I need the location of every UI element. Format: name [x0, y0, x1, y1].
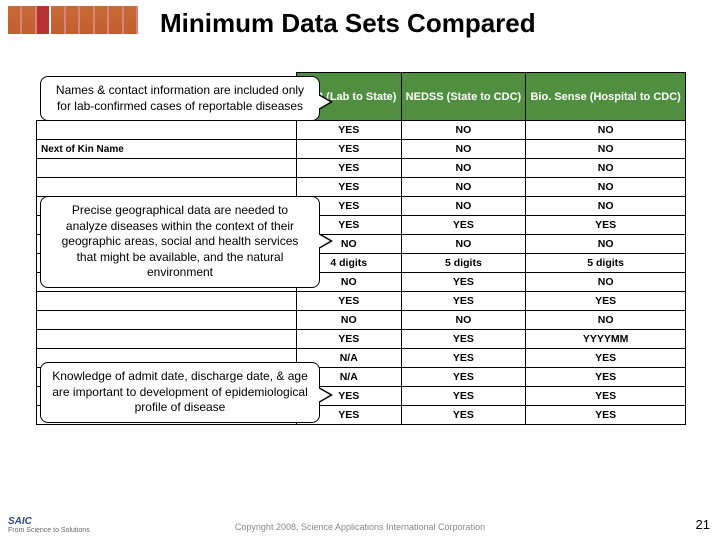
- cell: YES: [526, 216, 686, 235]
- row-label: [37, 330, 297, 349]
- row-label: [37, 292, 297, 311]
- cell: NO: [401, 159, 526, 178]
- row-label: [37, 178, 297, 197]
- callout-geo: Precise geographical data are needed to …: [40, 196, 320, 288]
- row-label: [37, 311, 297, 330]
- cell: YES: [526, 387, 686, 406]
- table-row: NONONO: [37, 311, 686, 330]
- cell: YES: [401, 216, 526, 235]
- cell: NO: [401, 140, 526, 159]
- cell: YES: [297, 121, 402, 140]
- cell: YES: [401, 349, 526, 368]
- cell: YES: [526, 292, 686, 311]
- cell: NO: [526, 159, 686, 178]
- cell: YES: [401, 292, 526, 311]
- cell: YES: [401, 387, 526, 406]
- cell: YES: [401, 368, 526, 387]
- cell: NO: [526, 178, 686, 197]
- cell: YES: [297, 140, 402, 159]
- cell: YES: [526, 406, 686, 425]
- cell: NO: [401, 197, 526, 216]
- table-row: YESYESYYYYMM: [37, 330, 686, 349]
- cell: YES: [297, 178, 402, 197]
- callout-names: Names & contact information are included…: [40, 76, 320, 121]
- table-row: YESYESYES: [37, 292, 686, 311]
- callout-dates: Knowledge of admit date, discharge date,…: [40, 362, 320, 423]
- cell: NO: [401, 235, 526, 254]
- table-row: YESNONO: [37, 159, 686, 178]
- cell: NO: [297, 311, 402, 330]
- cell: NO: [401, 121, 526, 140]
- cell: YES: [297, 292, 402, 311]
- cell: NO: [526, 273, 686, 292]
- row-label: Next of Kin Name: [37, 140, 297, 159]
- cell: NO: [526, 121, 686, 140]
- table-row: YESNONO: [37, 121, 686, 140]
- cell: NO: [526, 140, 686, 159]
- cell: NO: [401, 178, 526, 197]
- table-row: Next of Kin NameYESNONO: [37, 140, 686, 159]
- cell: NO: [526, 311, 686, 330]
- cell: YES: [401, 406, 526, 425]
- footer-copyright: Copyright 2008, Science Applications Int…: [0, 522, 720, 532]
- cell: 5 digits: [526, 254, 686, 273]
- cell: NO: [526, 197, 686, 216]
- table-header-nedss: NEDSS (State to CDC): [401, 73, 526, 121]
- cell: YES: [401, 330, 526, 349]
- row-label: [37, 159, 297, 178]
- cell: NO: [401, 311, 526, 330]
- row-label: [37, 121, 297, 140]
- cell: YES: [526, 368, 686, 387]
- table-header-biosense: Bio. Sense (Hospital to CDC): [526, 73, 686, 121]
- cell: 5 digits: [401, 254, 526, 273]
- cell: YYYYMM: [526, 330, 686, 349]
- cell: YES: [297, 159, 402, 178]
- header-decoration: [8, 6, 138, 34]
- table-row: YESNONO: [37, 178, 686, 197]
- page-number: 21: [696, 517, 710, 532]
- cell: YES: [526, 349, 686, 368]
- cell: YES: [401, 273, 526, 292]
- cell: NO: [526, 235, 686, 254]
- cell: YES: [297, 330, 402, 349]
